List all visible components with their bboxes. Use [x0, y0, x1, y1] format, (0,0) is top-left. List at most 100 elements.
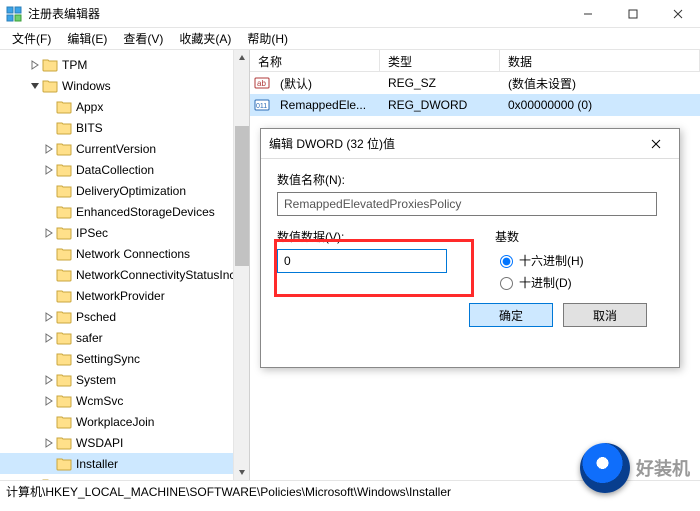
dialog-close-button[interactable]	[641, 129, 671, 159]
tree-item-label: IPSec	[76, 226, 114, 240]
cell-name: (默认)	[272, 75, 380, 92]
scroll-thumb[interactable]	[235, 126, 249, 266]
scroll-up-icon[interactable]	[234, 50, 250, 66]
cell-data: (数值未设置)	[500, 75, 700, 92]
chevron-right-icon[interactable]	[42, 312, 56, 322]
tree-item[interactable]: BITS	[0, 117, 249, 138]
menu-bar: 文件(F) 编辑(E) 查看(V) 收藏夹(A) 帮助(H)	[0, 28, 700, 50]
maximize-button[interactable]	[610, 0, 655, 28]
folder-icon	[42, 79, 58, 93]
folder-icon	[56, 142, 72, 156]
radio-hex-input[interactable]	[500, 255, 513, 268]
tree-item[interactable]: Appx	[0, 96, 249, 117]
folder-icon	[56, 289, 72, 303]
tree-item[interactable]: Windows Advanced Threat Prote	[0, 474, 249, 480]
list-header: 名称 类型 数据	[250, 50, 700, 72]
tree-item-label: WcmSvc	[76, 394, 129, 408]
tree-item[interactable]: DataCollection	[0, 159, 249, 180]
value-name-field[interactable]	[277, 192, 657, 216]
tree-item[interactable]: NetworkProvider	[0, 285, 249, 306]
window-controls	[565, 0, 700, 28]
tree-item[interactable]: TPM	[0, 54, 249, 75]
tree-item[interactable]: System	[0, 369, 249, 390]
tree-item[interactable]: WcmSvc	[0, 390, 249, 411]
dialog-title-bar[interactable]: 编辑 DWORD (32 位)值	[261, 129, 679, 159]
tree-item[interactable]: Network Connections	[0, 243, 249, 264]
menu-help[interactable]: 帮助(H)	[239, 28, 296, 50]
svg-text:011: 011	[256, 103, 267, 110]
tree-item[interactable]: safer	[0, 327, 249, 348]
menu-file[interactable]: 文件(F)	[4, 28, 59, 50]
chevron-right-icon[interactable]	[28, 480, 42, 481]
tree-item[interactable]: EnhancedStorageDevices	[0, 201, 249, 222]
tree-item[interactable]: CurrentVersion	[0, 138, 249, 159]
folder-icon	[56, 226, 72, 240]
tree-item-label: BITS	[76, 121, 109, 135]
tree-item[interactable]: WorkplaceJoin	[0, 411, 249, 432]
folder-icon	[56, 121, 72, 135]
list-row[interactable]: 011RemappedEle...REG_DWORD0x00000000 (0)	[250, 94, 700, 116]
window-title: 注册表编辑器	[28, 5, 565, 22]
chevron-right-icon[interactable]	[42, 375, 56, 385]
status-path: 计算机\HKEY_LOCAL_MACHINE\SOFTWARE\Policies…	[6, 483, 451, 500]
tree-item[interactable]: Installer	[0, 453, 249, 474]
close-button[interactable]	[655, 0, 700, 28]
tree-item-label: Network Connections	[76, 247, 196, 261]
tree-scrollbar[interactable]	[233, 50, 249, 480]
chevron-right-icon[interactable]	[42, 333, 56, 343]
col-type[interactable]: 类型	[380, 50, 500, 71]
tree-item[interactable]: Windows	[0, 75, 249, 96]
radio-dec[interactable]: 十进制(D)	[495, 271, 663, 293]
folder-icon	[56, 352, 72, 366]
cell-name: RemappedEle...	[272, 98, 380, 112]
folder-icon	[56, 184, 72, 198]
tree-item[interactable]: SettingSync	[0, 348, 249, 369]
folder-icon	[56, 205, 72, 219]
tree-item[interactable]: NetworkConnectivityStatusInc	[0, 264, 249, 285]
cancel-button[interactable]: 取消	[563, 303, 647, 327]
tree-item-label: DeliveryOptimization	[76, 184, 192, 198]
tree-item[interactable]: DeliveryOptimization	[0, 180, 249, 201]
chevron-right-icon[interactable]	[42, 228, 56, 238]
col-name[interactable]: 名称	[250, 50, 380, 71]
chevron-down-icon[interactable]	[28, 81, 42, 91]
base-label: 基数	[495, 228, 663, 245]
cell-data: 0x00000000 (0)	[500, 98, 700, 112]
tree-item-label: DataCollection	[76, 163, 160, 177]
chevron-right-icon[interactable]	[28, 60, 42, 70]
tree-item-label: NetworkProvider	[76, 289, 171, 303]
chevron-right-icon[interactable]	[42, 396, 56, 406]
tree-item-label: SettingSync	[76, 352, 146, 366]
app-icon	[6, 6, 22, 22]
tree-item[interactable]: Psched	[0, 306, 249, 327]
folder-icon	[56, 163, 72, 177]
tree-item[interactable]: WSDAPI	[0, 432, 249, 453]
tree-item-label: Appx	[76, 100, 109, 114]
folder-icon	[56, 331, 72, 345]
menu-view[interactable]: 查看(V)	[115, 28, 171, 50]
chevron-right-icon[interactable]	[42, 144, 56, 154]
folder-icon	[56, 436, 72, 450]
title-bar: 注册表编辑器	[0, 0, 700, 28]
tree-item[interactable]: IPSec	[0, 222, 249, 243]
chevron-right-icon[interactable]	[42, 165, 56, 175]
minimize-button[interactable]	[565, 0, 610, 28]
dialog-title: 编辑 DWORD (32 位)值	[269, 135, 641, 152]
value-data-field[interactable]	[277, 249, 447, 273]
list-row[interactable]: ab(默认)REG_SZ(数值未设置)	[250, 72, 700, 94]
tree-item-label: WSDAPI	[76, 436, 129, 450]
radio-dec-input[interactable]	[500, 277, 513, 290]
tree-item-label: Windows Advanced Threat Prote	[62, 478, 243, 481]
scroll-down-icon[interactable]	[234, 464, 250, 480]
col-data[interactable]: 数据	[500, 50, 700, 71]
menu-edit[interactable]: 编辑(E)	[59, 28, 115, 50]
binary-value-icon: 011	[254, 97, 270, 113]
radio-hex[interactable]: 十六进制(H)	[495, 249, 663, 271]
tree-pane: TPMWindows Appx BITS CurrentVersion DataColl…	[0, 50, 250, 480]
menu-favorites[interactable]: 收藏夹(A)	[171, 28, 239, 50]
ok-button[interactable]: 确定	[469, 303, 553, 327]
tree-item-label: safer	[76, 331, 109, 345]
folder-icon	[42, 478, 58, 481]
chevron-right-icon[interactable]	[42, 438, 56, 448]
tree-item-label: WorkplaceJoin	[76, 415, 160, 429]
